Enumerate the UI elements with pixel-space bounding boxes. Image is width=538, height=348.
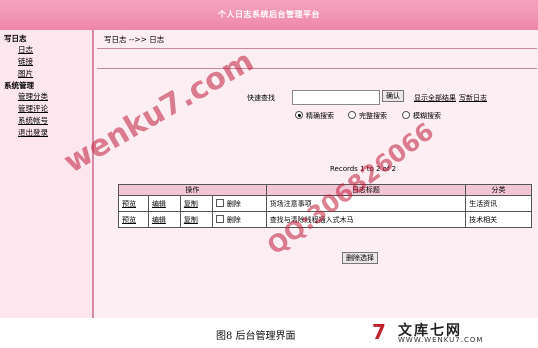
radio-exact[interactable]: 精确搜索 [295, 111, 334, 121]
radio-complete-button[interactable] [348, 111, 356, 119]
radio-complete[interactable]: 完整搜索 [348, 111, 387, 121]
log-title-cell: 货场注意事项 [265, 195, 467, 212]
sidebar: 写日志 日志 链接 图片 系统管理 管理分类 管理评论 系统帐号 退出登录 [0, 30, 92, 318]
sidebar-item-links[interactable]: 链接 [18, 56, 33, 67]
radio-complete-label: 完整搜索 [359, 112, 387, 120]
column-header-category[interactable]: 分类 [465, 184, 532, 196]
delete-checkbox[interactable] [215, 198, 224, 207]
delete-label: 删除 [226, 215, 241, 224]
preview-link[interactable]: 预览 [118, 195, 149, 212]
record-count: Records 1 to 2 of 2 [330, 165, 397, 173]
divider-line [97, 48, 537, 49]
search-input[interactable] [292, 90, 380, 105]
log-table: 操作 日志标题 分类 预览 编辑 复制 删除 货场注意事项 生活资讯 预览 编辑… [118, 184, 532, 228]
main-content: 写日志 -->> 日志 快速查找 确认 显示全部结果 写新日志 精确搜索 完整搜… [94, 30, 538, 318]
copy-link[interactable]: 复制 [179, 195, 213, 212]
sidebar-section-system: 系统管理 [4, 81, 34, 90]
edit-link[interactable]: 编辑 [147, 211, 181, 228]
radio-fuzzy-button[interactable] [402, 111, 410, 119]
radio-fuzzy-label: 模糊搜索 [413, 112, 441, 120]
column-header-title[interactable]: 日志标题 [265, 184, 467, 196]
radio-exact-button[interactable] [295, 111, 303, 119]
copy-link[interactable]: 复制 [179, 211, 213, 228]
delete-checkbox[interactable] [215, 214, 224, 223]
table-row: 预览 编辑 复制 删除 查找与清除线程插入式木马 技术相关 [118, 211, 532, 228]
table-row: 预览 编辑 复制 删除 货场注意事项 生活资讯 [118, 195, 532, 212]
sidebar-item-log[interactable]: 日志 [18, 44, 33, 55]
confirm-button[interactable]: 确认 [382, 90, 404, 102]
figure-caption: 图8 后台管理界面 [216, 331, 296, 342]
sidebar-item-categories[interactable]: 管理分类 [18, 91, 48, 102]
log-category-cell: 技术相关 [465, 211, 532, 228]
sidebar-item-accounts[interactable]: 系统帐号 [18, 115, 48, 126]
breadcrumb: 写日志 -->> 日志 [104, 35, 165, 44]
search-label: 快速查找 [247, 94, 275, 102]
delete-label: 删除 [226, 199, 241, 208]
sidebar-item-logout[interactable]: 退出登录 [18, 127, 48, 138]
radio-exact-label: 精确搜索 [306, 112, 334, 120]
app-title: 个人日志系统后台管理平台 [218, 10, 320, 19]
new-log-link[interactable]: 写新日志 [459, 93, 487, 103]
delete-cell[interactable]: 删除 [211, 211, 267, 228]
edit-link[interactable]: 编辑 [147, 195, 181, 212]
header-bar: 个人日志系统后台管理平台 [0, 0, 538, 30]
log-title-cell: 查找与清除线程插入式木马 [265, 211, 467, 228]
table-header-row: 操作 日志标题 分类 [118, 184, 532, 196]
site-logo: 7 文库七网 WWW.WENKU7.COM [368, 318, 533, 346]
column-header-actions: 操作 [118, 184, 267, 196]
log-category-cell: 生活资讯 [465, 195, 532, 212]
sidebar-item-images[interactable]: 图片 [18, 68, 33, 79]
delete-cell[interactable]: 删除 [211, 195, 267, 212]
sidebar-item-comments[interactable]: 管理评论 [18, 103, 48, 114]
delete-selected-button[interactable]: 删除选择 [342, 252, 378, 264]
logo-url: WWW.WENKU7.COM [398, 336, 484, 344]
logo-mark: 7 [372, 320, 386, 344]
app-window: 个人日志系统后台管理平台 写日志 日志 链接 图片 系统管理 管理分类 管理评论… [0, 0, 538, 318]
radio-fuzzy[interactable]: 模糊搜索 [402, 111, 441, 121]
preview-link[interactable]: 预览 [118, 211, 149, 228]
show-all-link[interactable]: 显示全部结果 [414, 93, 456, 103]
sidebar-section-write: 写日志 [4, 34, 27, 43]
divider-line [97, 68, 537, 69]
